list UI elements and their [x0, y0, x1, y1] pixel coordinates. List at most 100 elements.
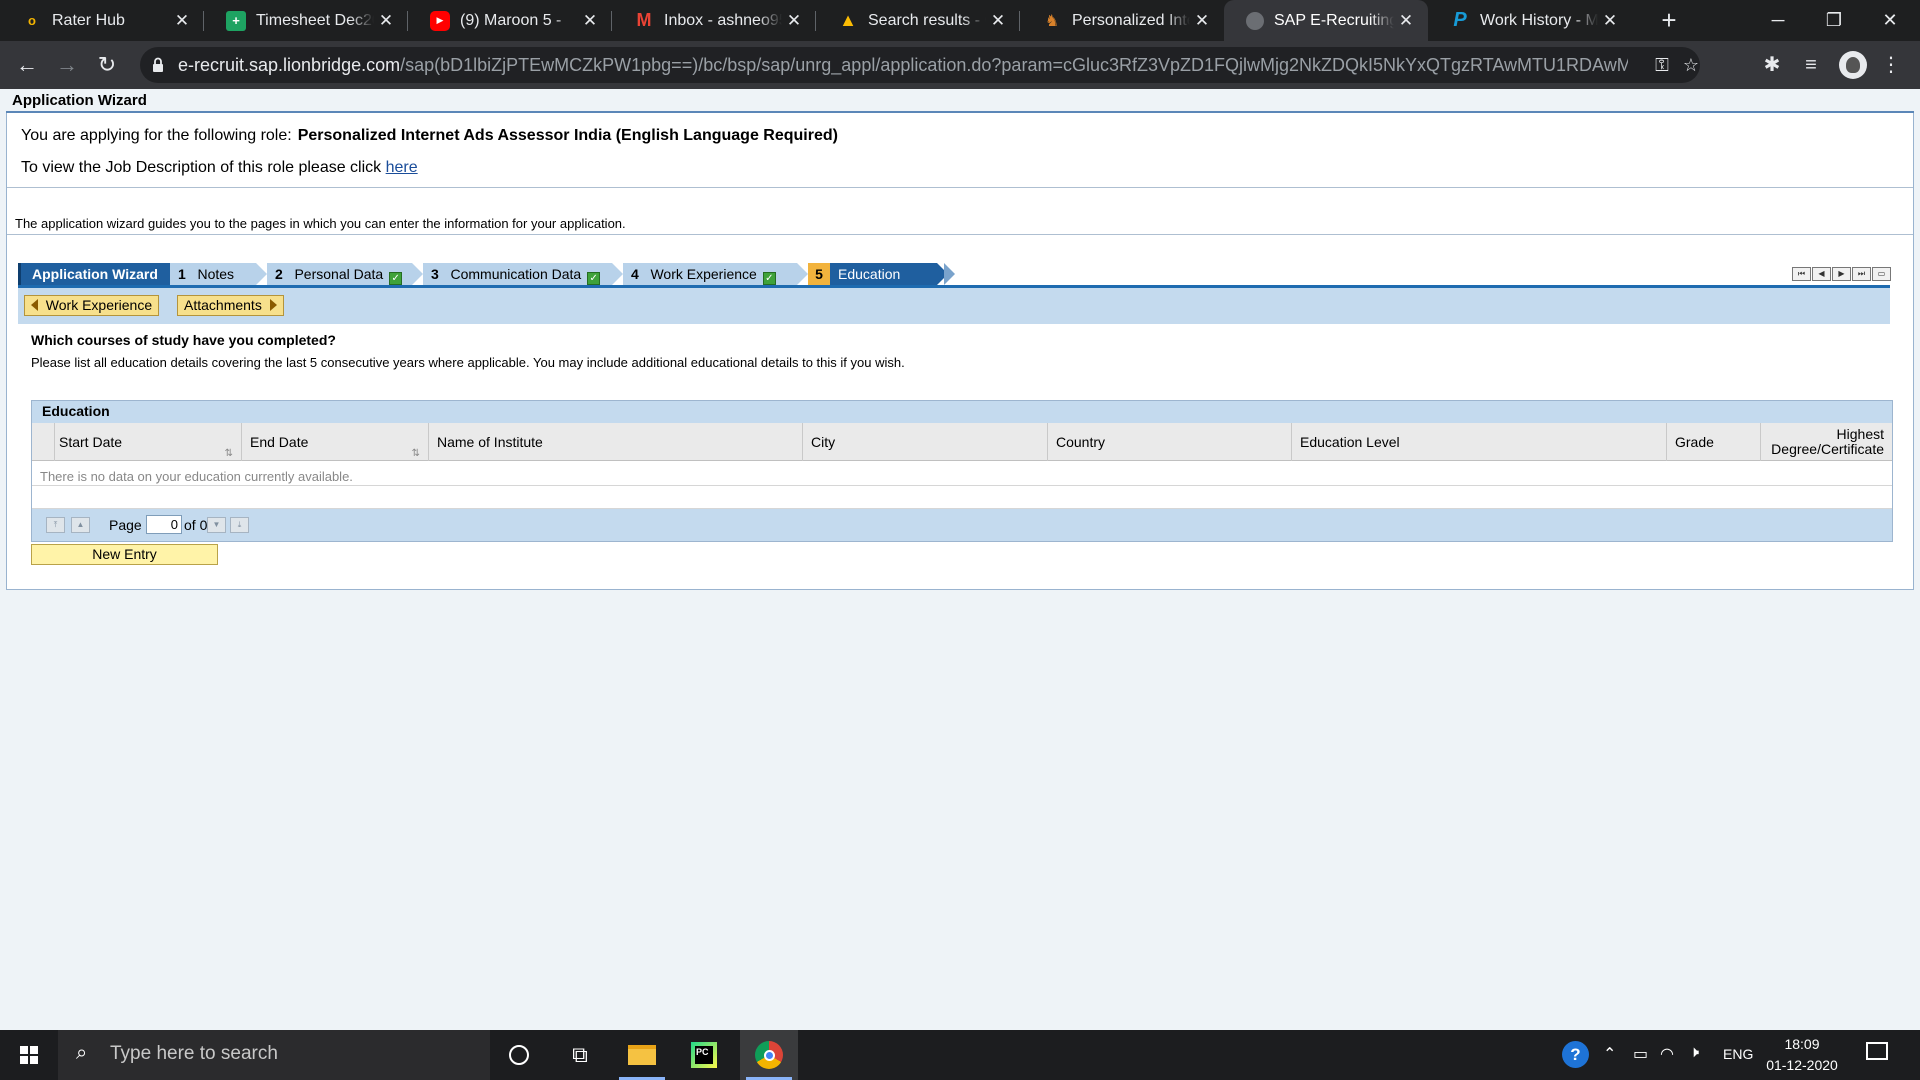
next-step-button[interactable]: Attachments [177, 295, 284, 316]
page-number-input[interactable] [146, 515, 182, 534]
row-selector-header[interactable] [32, 423, 55, 461]
tab-drive-search[interactable]: ▲ Search results - Go ✕ [816, 0, 1020, 41]
globe-icon [1246, 11, 1264, 30]
wifi-icon[interactable]: ◠ [1660, 1044, 1674, 1064]
roadmap-step-notes[interactable]: 1 Notes [170, 263, 256, 285]
roadmap-step-number-current: 5 [808, 263, 830, 285]
media-queue-icon[interactable]: ≡ [1797, 51, 1825, 79]
previous-step-button[interactable]: Work Experience [24, 295, 160, 316]
first-step-icon[interactable]: ⏮ [1792, 267, 1811, 281]
system-clock[interactable]: 18:09 01-12-2020 [1760, 1034, 1844, 1076]
gmail-icon: M [636, 10, 652, 30]
last-step-icon[interactable]: ⏭ [1852, 267, 1871, 281]
column-end-date[interactable]: End Date ⇅ [242, 423, 429, 461]
restore-button[interactable]: ❐ [1806, 0, 1862, 41]
empty-table-message: There is no data on your education curre… [40, 469, 353, 484]
table-pager: ⤒ ▲ Page of 0 ▼ ⤓ [32, 509, 1892, 541]
task-view-icon[interactable]: ⧉ [551, 1030, 609, 1080]
profile-avatar[interactable] [1839, 51, 1867, 79]
roadmap-step-personal-data[interactable]: 2 Personal Data ✓ [267, 263, 412, 285]
arrow-right-icon [269, 299, 277, 311]
next-page-icon[interactable]: ▼ [207, 517, 226, 533]
taskbar-search-box[interactable]: ⌕ Type here to search [58, 1030, 490, 1080]
sort-icon[interactable]: ⇅ [225, 435, 233, 473]
minimize-button[interactable]: ─ [1750, 0, 1806, 41]
tab-work-history[interactable]: P Work History - My ✕ [1428, 0, 1632, 41]
file-explorer-icon[interactable] [613, 1030, 671, 1080]
close-tab-icon[interactable]: ✕ [986, 9, 1010, 33]
key-icon[interactable]: ⚿ [1650, 53, 1674, 77]
windows-start-icon[interactable] [0, 1030, 58, 1080]
windows-taskbar: ⌕ Type here to search ⧉ PC ? ⌃ ▭ ◠ 🕨 ENG… [0, 1030, 1920, 1080]
table-title: Education [32, 401, 1892, 423]
cortana-icon[interactable] [490, 1030, 548, 1080]
check-icon: ✓ [762, 272, 776, 285]
browser-tab-strip: o Rater Hub ✕ + Timesheet Dec20 - ✕ ▶ (9… [0, 0, 1920, 41]
last-page-icon[interactable]: ⤓ [230, 517, 249, 533]
search-icon: ⌕ [76, 1042, 88, 1064]
forward-icon[interactable]: → [53, 51, 81, 79]
job-description-link[interactable]: here [386, 159, 418, 176]
column-highest-degree[interactable]: Highest Degree/Certificate [1761, 423, 1892, 461]
volume-muted-icon[interactable]: 🕨 [1689, 1044, 1699, 1062]
roadmap-navigation: ⏮ ◀ ▶ ⏭ ▭ [1792, 267, 1891, 281]
lionbridge-icon: ♞ [1044, 12, 1060, 30]
drive-icon: ▲ [839, 10, 857, 30]
education-table: Education Start Date ⇅ End Date ⇅ Name of … [31, 400, 1893, 542]
close-tab-icon[interactable]: ✕ [1598, 9, 1622, 33]
reload-icon[interactable]: ↻ [93, 51, 121, 79]
close-tab-icon[interactable]: ✕ [374, 9, 398, 33]
role-line: You are applying for the following role:… [21, 127, 838, 144]
roadmap-more-arrow [944, 263, 955, 285]
battery-icon[interactable]: ▭ [1633, 1044, 1648, 1064]
column-grade[interactable]: Grade [1667, 423, 1761, 461]
tab-personalized[interactable]: ♞ Personalized Intern ✕ [1020, 0, 1224, 41]
bookmark-star-icon[interactable]: ☆ [1679, 53, 1703, 77]
overview-icon[interactable]: ▭ [1872, 267, 1891, 281]
roadmap-step-work-experience[interactable]: 4 Work Experience ✓ [623, 263, 797, 285]
wizard-roadmap: Application Wizard 1 Notes 2 Personal Da… [18, 263, 1898, 285]
sort-icon[interactable]: ⇅ [412, 435, 420, 473]
close-tab-icon[interactable]: ✕ [782, 9, 806, 33]
close-tab-icon[interactable]: ✕ [1190, 9, 1214, 33]
tab-sap-e-recruiting[interactable]: SAP E-Recruiting ✕ [1224, 0, 1428, 41]
prev-page-icon[interactable]: ▲ [71, 517, 90, 533]
column-city[interactable]: City [803, 423, 1048, 461]
first-page-icon[interactable]: ⤒ [46, 517, 65, 533]
column-education-level[interactable]: Education Level [1292, 423, 1667, 461]
address-bar[interactable]: e-recruit.sap.lionbridge.com/sap(bD1lbiZ… [140, 47, 1700, 83]
close-window-button[interactable]: ✕ [1862, 0, 1918, 41]
check-icon: ✓ [389, 272, 403, 285]
page-content: Application Wizard You are applying for … [0, 89, 1920, 1030]
tab-rater-hub[interactable]: o Rater Hub ✕ [0, 0, 204, 41]
close-tab-icon[interactable]: ✕ [578, 9, 602, 33]
youtube-icon: ▶ [430, 10, 450, 31]
column-country[interactable]: Country [1048, 423, 1292, 461]
rater-hub-icon: o [28, 13, 36, 28]
tab-youtube[interactable]: ▶ (9) Maroon 5 - ✕ [408, 0, 612, 41]
prev-step-icon[interactable]: ◀ [1812, 267, 1831, 281]
back-icon[interactable]: ← [13, 51, 41, 79]
roadmap-step-education[interactable]: Education [830, 263, 937, 285]
help-icon[interactable]: ? [1562, 1041, 1589, 1068]
tab-gmail[interactable]: M Inbox - ashneo95( ✕ [612, 0, 816, 41]
pycharm-icon[interactable]: PC [675, 1030, 733, 1080]
check-icon: ✓ [587, 272, 601, 285]
extensions-puzzle-icon[interactable]: ✱ [1758, 51, 1786, 79]
column-start-date[interactable]: Start Date ⇅ [55, 423, 242, 461]
page-count: of 0 [184, 517, 208, 533]
notifications-icon[interactable] [1866, 1042, 1888, 1060]
close-tab-icon[interactable]: ✕ [1394, 9, 1418, 33]
column-name-of-institute[interactable]: Name of Institute [429, 423, 803, 461]
tab-timesheet[interactable]: + Timesheet Dec20 - ✕ [204, 0, 408, 41]
new-tab-button[interactable]: + [1654, 6, 1684, 36]
show-hidden-icons[interactable]: ⌃ [1603, 1044, 1616, 1064]
chrome-menu-icon[interactable]: ⋮ [1877, 51, 1905, 79]
close-tab-icon[interactable]: ✕ [170, 9, 194, 33]
next-step-icon[interactable]: ▶ [1832, 267, 1851, 281]
new-entry-button[interactable]: New Entry [31, 544, 218, 565]
divider [7, 187, 1913, 188]
language-indicator[interactable]: ENG [1723, 1046, 1753, 1062]
chrome-icon[interactable] [740, 1030, 798, 1080]
roadmap-step-communication-data[interactable]: 3 Communication Data ✓ [423, 263, 612, 285]
